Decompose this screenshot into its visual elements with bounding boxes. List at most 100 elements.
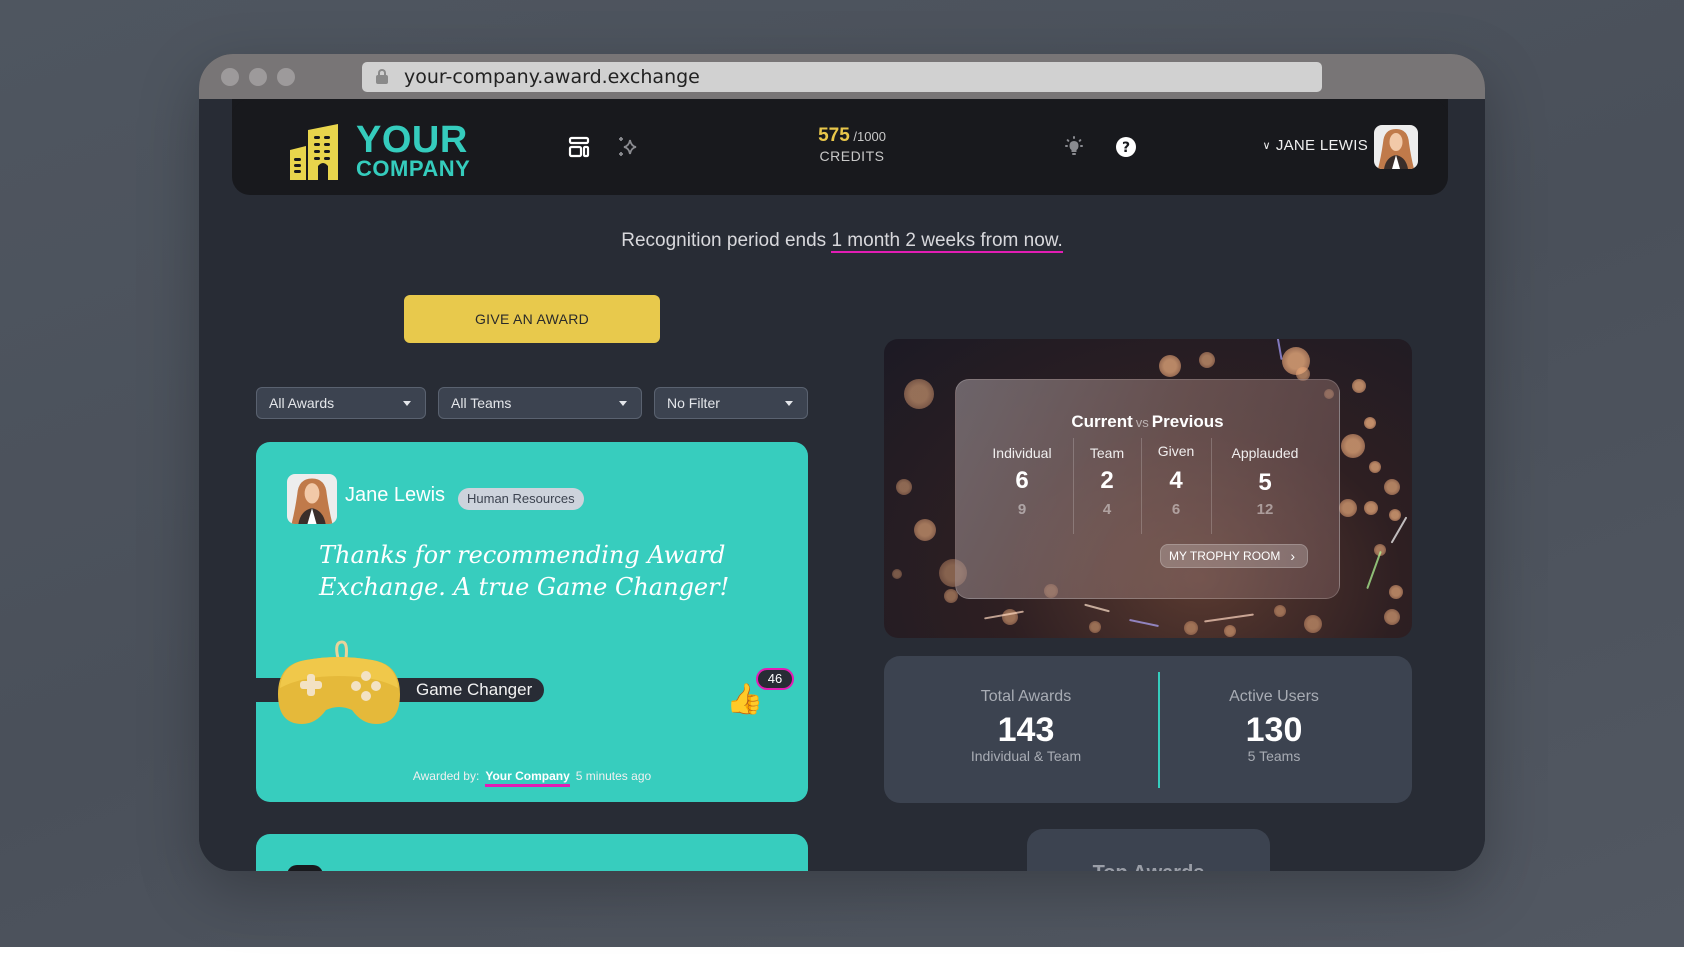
filter-awards-select[interactable]: All Awards [256,387,426,419]
active-users-stat: Active Users 130 5 Teams [1142,688,1406,764]
total-awards-value: 143 [997,711,1055,749]
bokeh-light [1304,615,1322,633]
stat-previous: 4 [1102,501,1112,518]
bokeh-light [1199,352,1215,368]
bottom-strip [0,947,1684,956]
stat-previous: 12 [1256,501,1274,518]
recognition-period: Recognition period ends 1 month 2 weeks … [199,230,1485,253]
filter-other-value: No Filter [667,395,720,411]
light-streak [1084,603,1110,613]
light-streak [1366,550,1382,590]
bokeh-light [1341,434,1365,458]
thumbs-up-icon[interactable]: 👍 [726,682,763,717]
total-awards-stat: Total Awards 143 Individual & Team [894,688,1158,764]
title-vs: vs [1135,415,1149,430]
period-prefix: Recognition period ends [621,230,832,251]
light-streak [1204,613,1254,623]
bokeh-light [1364,501,1378,515]
user-menu[interactable]: ∨ JANE LEWIS [1262,137,1368,154]
bokeh-light [1384,609,1400,625]
awarded-by-line: Awarded by: Your Company 5 minutes ago [256,769,808,787]
filter-teams-value: All Teams [451,395,512,411]
user-avatar[interactable] [1374,125,1418,169]
company-logo[interactable]: YOUR COMPANY [290,119,480,181]
lightbulb-icon[interactable] [1062,135,1086,159]
browser-window: your-company.award.exchange YOUR COMPANY… [199,54,1485,871]
department-badge: Human Resources [458,488,584,510]
active-users-label: Active Users [1229,688,1319,705]
stat-individual: Individual 6 9 [982,440,1062,534]
give-award-button[interactable]: GIVE AN AWARD [404,295,660,343]
caret-down-icon [403,401,411,406]
sparkle-icon[interactable] [616,135,640,159]
bokeh-light [1369,461,1381,473]
stat-team: Team 2 4 [1074,440,1140,534]
filter-other-select[interactable]: No Filter [654,387,808,419]
stat-current: 6 [1015,467,1029,494]
bokeh-light [1389,585,1403,599]
recipient-avatar[interactable] [287,865,323,871]
bokeh-light [1352,379,1366,393]
award-card [256,834,808,871]
period-link[interactable]: 1 month 2 weeks from now. [831,230,1063,253]
bokeh-light [904,379,934,409]
stat-previous: 9 [1017,501,1027,518]
title-previous: Previous [1151,412,1224,431]
award-name: Game Changer [416,680,533,699]
stat-current: 4 [1169,467,1183,494]
window-close-dot[interactable] [221,68,239,86]
stat-current: 2 [1100,467,1114,494]
bokeh-light [1384,479,1400,495]
light-streak [1129,618,1159,628]
bokeh-light [1364,417,1376,429]
recipient-avatar[interactable] [287,474,337,524]
awarded-by-label: Awarded by: [412,769,480,783]
recipient-name[interactable]: Jane Lewis [345,484,445,507]
svg-text:?: ? [1122,140,1130,156]
light-streak [1275,339,1283,360]
stat-given: Given 4 6 [1142,438,1210,532]
bokeh-light [1274,605,1286,617]
top-nav: YOUR COMPANY 575 /1000 CREDITS ? ∨ JANE … [232,99,1448,195]
stat-label: Applauded [1231,445,1299,461]
user-name: JANE LEWIS [1275,137,1368,154]
my-trophy-room-button[interactable]: MY TROPHY ROOM › [1160,544,1308,568]
filter-teams-select[interactable]: All Teams [438,387,642,419]
comparison-title: Current vs Previous [956,412,1339,432]
bokeh-light [1184,621,1198,635]
credits-display: 575 /1000 CREDITS [792,125,912,164]
bokeh-light [892,569,902,579]
bokeh-light [1159,355,1181,377]
caret-down-icon [785,401,793,406]
chevron-down-icon: ∨ [1262,140,1271,152]
page-content: YOUR COMPANY 575 /1000 CREDITS ? ∨ JANE … [199,99,1485,871]
credits-label: CREDITS [819,148,885,164]
logo-text-company: COMPANY [356,156,471,181]
address-bar[interactable]: your-company.award.exchange [362,62,1322,92]
window-minimize-dot[interactable] [249,68,267,86]
title-current: Current [1071,412,1133,431]
caret-down-icon [619,401,627,406]
browser-chrome: your-company.award.exchange [199,54,1485,99]
stat-applauded: Applauded 5 12 [1212,440,1318,534]
logo-text-your: YOUR [356,119,468,161]
building-icon [290,124,338,180]
awarded-by-link[interactable]: Your Company [485,769,570,787]
help-icon[interactable]: ? [1114,135,1138,159]
award-time: 5 minutes ago [575,769,652,783]
window-maximize-dot[interactable] [277,68,295,86]
stat-current: 5 [1258,469,1272,496]
stat-label: Individual [992,445,1052,461]
active-users-value: 130 [1245,711,1303,749]
credits-value: 575 [818,125,850,146]
award-card: Jane Lewis Human Resources Thanks for re… [256,442,808,802]
dashboard-layout-icon[interactable] [567,135,591,159]
trophy-button-label: MY TROPHY ROOM [1169,549,1281,563]
total-awards-label: Total Awards [980,688,1072,705]
stat-previous: 6 [1171,501,1181,518]
bokeh-light [896,479,912,495]
bokeh-light [1389,509,1401,521]
like-count-badge: 46 [756,668,794,690]
top-awards-title: Top Awards [1027,862,1270,871]
chevron-right-icon: › [1290,548,1295,564]
